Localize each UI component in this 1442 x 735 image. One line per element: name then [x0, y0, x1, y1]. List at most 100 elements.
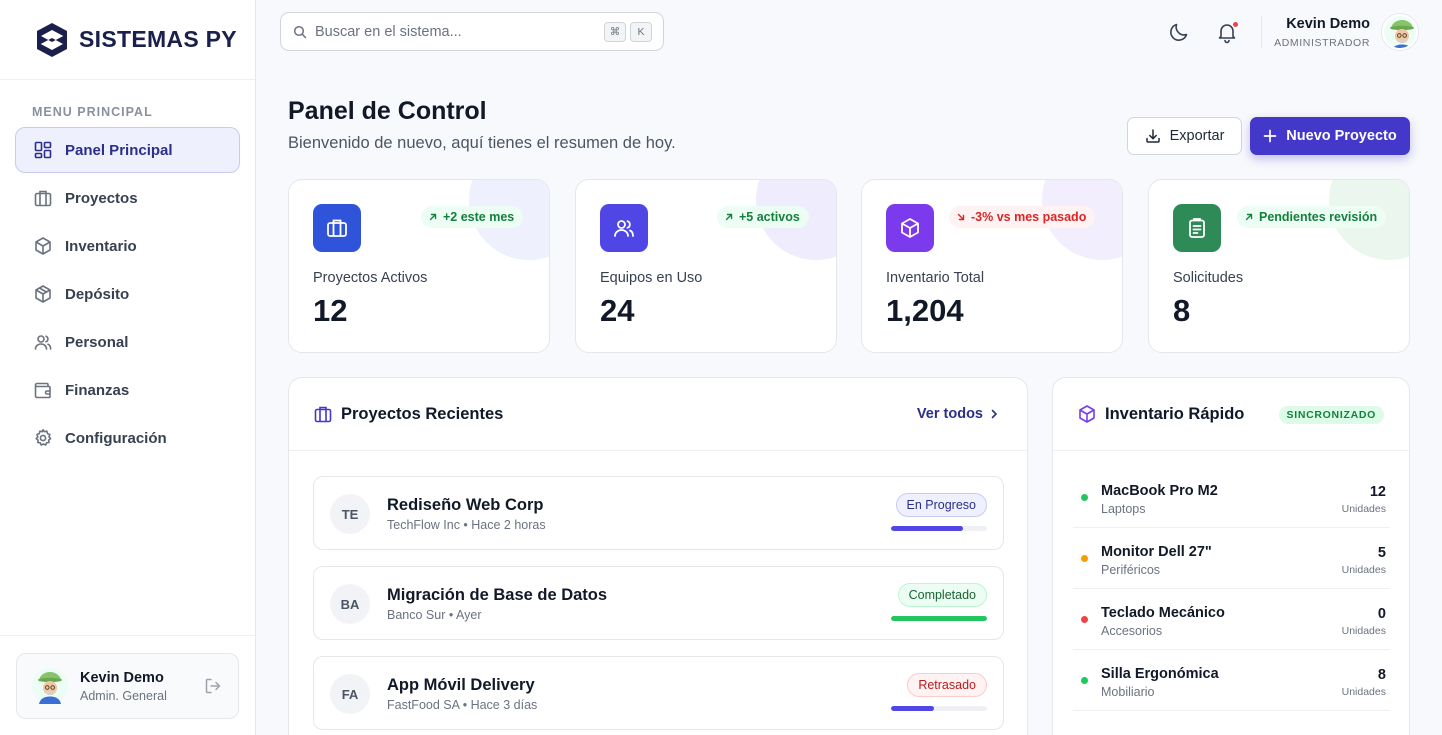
clipboard-icon: [1173, 204, 1221, 252]
sidebar-user-card[interactable]: Kevin Demo Admin. General: [16, 653, 239, 719]
users-icon: [33, 332, 53, 352]
item-quantity: 8: [1377, 667, 1386, 683]
status-badge: Completado: [897, 583, 987, 607]
trend-badge: +5 activos: [717, 206, 809, 228]
panel-title: Proyectos Recientes: [341, 404, 504, 423]
inventory-item[interactable]: MacBook Pro M2 Laptops 12 Unidades: [1073, 467, 1390, 528]
avatar[interactable]: [1382, 14, 1418, 50]
item-name: Silla Ergonómica: [1101, 666, 1219, 682]
sidebar-item-configuracion[interactable]: Configuración: [15, 415, 240, 461]
sidebar-item-inventario[interactable]: Inventario: [15, 223, 240, 269]
search-input[interactable]: [315, 23, 585, 40]
brand-logo[interactable]: SISTEMAS PY: [0, 0, 255, 80]
item-category: Laptops: [1101, 502, 1146, 516]
sidebar-item-label: Panel Principal: [65, 141, 173, 159]
avatar: [32, 668, 68, 704]
trend-badge-label: -3% vs mes pasado: [971, 210, 1087, 224]
project-avatar: FA: [330, 674, 370, 714]
view-all-link[interactable]: Ver todos: [917, 406, 999, 422]
project-name: Rediseño Web Corp: [387, 496, 544, 514]
header-user[interactable]: Kevin Demo ADMINISTRADOR: [1274, 16, 1370, 49]
sidebar-item-proyectos[interactable]: Proyectos: [15, 175, 240, 221]
stat-card-proyectos[interactable]: +2 este mes Proyectos Activos 12: [288, 179, 550, 353]
sidebar-user-role: Admin. General: [80, 688, 167, 703]
briefcase-icon: [33, 188, 53, 208]
new-project-button[interactable]: Nuevo Proyecto: [1250, 117, 1410, 155]
inventory-item[interactable]: Silla Ergonómica Mobiliario 8 Unidades: [1073, 650, 1390, 711]
item-quantity: 12: [1369, 484, 1386, 500]
status-dot: [1081, 555, 1088, 562]
sidebar-item-deposito[interactable]: Depósito: [15, 271, 240, 317]
trend-badge-label: +5 activos: [739, 210, 800, 224]
sidebar-item-personal[interactable]: Personal: [15, 319, 240, 365]
recent-projects-panel: Proyectos Recientes Ver todos TE Rediseñ…: [288, 377, 1028, 735]
status-badge: Retrasado: [907, 673, 987, 697]
sidebar-user-name: Kevin Demo: [80, 669, 164, 686]
sidebar-item-label: Configuración: [65, 429, 167, 447]
header-user-name: Kevin Demo: [1286, 16, 1370, 32]
shortcut-key-k: K: [630, 22, 652, 42]
item-name: Monitor Dell 27": [1101, 544, 1212, 560]
notifications-button[interactable]: [1215, 20, 1239, 44]
stat-value: 1,204: [886, 293, 964, 328]
chevron-right-icon: [991, 409, 998, 419]
arrow-up-right-icon: [1245, 213, 1253, 221]
logout-icon[interactable]: [204, 677, 222, 700]
briefcase-icon: [313, 204, 361, 252]
box-icon: [886, 204, 934, 252]
item-category: Mobiliario: [1101, 685, 1155, 699]
search-bar[interactable]: ⌘ K: [280, 12, 664, 51]
theme-toggle-button[interactable]: [1167, 20, 1191, 44]
trend-badge: +2 este mes: [421, 206, 524, 228]
progress-bar: [891, 526, 987, 531]
project-meta: Banco Sur • Ayer: [387, 608, 482, 622]
stat-card-inventario[interactable]: -3% vs mes pasado Inventario Total 1,204: [861, 179, 1123, 353]
item-unit: Unidades: [1341, 625, 1386, 637]
shortcut-key-cmd: ⌘: [604, 22, 626, 42]
sidebar-footer: Kevin Demo Admin. General: [0, 635, 256, 735]
status-badge: En Progreso: [895, 493, 987, 517]
search-icon: [293, 25, 307, 38]
sidebar: SISTEMAS PY MENU PRINCIPAL Panel Princip…: [0, 0, 256, 735]
users-icon: [600, 204, 648, 252]
trend-badge-label: Pendientes revisión: [1259, 210, 1378, 224]
project-row[interactable]: FA App Móvil Delivery FastFood SA • Hace…: [313, 656, 1004, 730]
sidebar-item-finanzas[interactable]: Finanzas: [15, 367, 240, 413]
view-all-label: Ver todos: [916, 406, 983, 422]
notification-dot: [1232, 21, 1239, 28]
box-icon: [33, 236, 53, 256]
sidebar-item-label: Personal: [65, 333, 129, 351]
export-label: Exportar: [1169, 128, 1225, 144]
item-quantity: 0: [1377, 606, 1386, 622]
trend-badge: -3% vs mes pasado: [949, 206, 1096, 228]
inventory-item[interactable]: Monitor Dell 27" Periféricos 5 Unidades: [1073, 528, 1390, 589]
moon-icon: [1170, 23, 1188, 41]
stat-label: Inventario Total: [886, 270, 985, 286]
stat-value: 12: [313, 293, 348, 328]
status-dot: [1081, 677, 1088, 684]
package-icon: [33, 284, 53, 304]
header-user-role: ADMINISTRADOR: [1274, 37, 1370, 49]
project-meta: TechFlow Inc • Hace 2 horas: [387, 518, 546, 532]
stat-label: Proyectos Activos: [313, 270, 428, 286]
item-unit: Unidades: [1341, 503, 1386, 515]
trend-badge: Pendientes revisión: [1237, 206, 1387, 228]
brand-name: SISTEMAS PY: [79, 26, 237, 52]
project-row[interactable]: TE Rediseño Web Corp TechFlow Inc • Hace…: [313, 476, 1004, 550]
gear-icon: [33, 428, 53, 448]
panel-header: Inventario Rápido SINCRONIZADO: [1053, 378, 1409, 451]
stat-card-solicitudes[interactable]: Pendientes revisión Solicitudes 8: [1148, 179, 1410, 353]
box-icon: [1079, 405, 1095, 423]
sync-status-badge: SINCRONIZADO: [1278, 406, 1384, 424]
page-title: Panel de Control: [288, 97, 487, 125]
briefcase-icon: [314, 406, 332, 423]
project-name: App Móvil Delivery: [387, 676, 535, 694]
export-button[interactable]: Exportar: [1127, 117, 1242, 155]
sidebar-item-panel-principal[interactable]: Panel Principal: [15, 127, 240, 173]
inventory-item[interactable]: Teclado Mecánico Accesorios 0 Unidades: [1073, 589, 1390, 650]
status-dot: [1081, 616, 1088, 623]
progress-bar: [891, 706, 987, 711]
project-row[interactable]: BA Migración de Base de Datos Banco Sur …: [313, 566, 1004, 640]
stat-card-equipos[interactable]: +5 activos Equipos en Uso 24: [575, 179, 837, 353]
stat-label: Equipos en Uso: [600, 270, 703, 286]
